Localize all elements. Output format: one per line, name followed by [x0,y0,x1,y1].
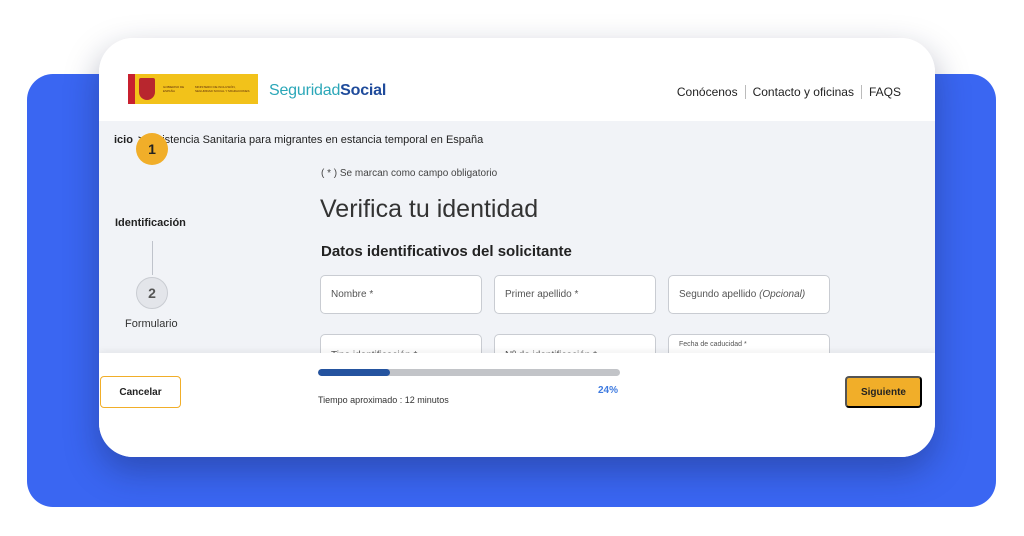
form-content-area: icio>Asistencia Sanitaria para migrantes… [99,121,935,353]
primer-apellido-field[interactable]: Primer apellido * [494,275,656,314]
step-1-label: Identificación [115,217,186,229]
gov-logo-text: GOBIERNO DE ESPAÑA [163,85,185,93]
optional-hint: (Opcional) [759,289,806,300]
nav-link-faqs[interactable]: FAQS [869,85,901,99]
nav-divider [860,85,862,99]
step-2-label: Formulario [125,318,178,330]
step-1-indicator: 1 [136,133,168,165]
required-fields-note: ( * ) Se marcan como campo obligatorio [321,168,498,179]
nav-divider [744,85,746,99]
breadcrumb-current: Asistencia Sanitaria para migrantes en e… [149,134,484,146]
coat-of-arms-icon [139,78,155,100]
ministry-text: MINISTERIO DE INCLUSIÓN, SEGURIDAD SOCIA… [195,85,250,93]
progress-percent: 24% [598,385,619,396]
top-navigation: Conócenos Contacto y oficinas FAQS [677,85,901,99]
government-logo[interactable]: GOBIERNO DE ESPAÑA MINISTERIO DE INCLUSI… [128,74,258,104]
nombre-field[interactable]: Nombre * [320,275,482,314]
progress-bar-fill [318,369,391,376]
progress-bar [318,369,620,376]
section-title: Datos identificativos del solicitante [321,243,572,260]
app-window: GOBIERNO DE ESPAÑA MINISTERIO DE INCLUSI… [99,38,935,457]
site-header: GOBIERNO DE ESPAÑA MINISTERIO DE INCLUSI… [99,38,935,121]
form-footer: Cancelar 24% Tiempo aproximado : 12 minu… [99,353,935,457]
brand-bold-text: Social [340,82,387,99]
time-estimate: Tiempo aproximado : 12 minutos [318,395,449,405]
step-connector [152,241,153,275]
breadcrumb: icio>Asistencia Sanitaria para migrantes… [114,134,483,146]
seguridad-social-logo[interactable]: SeguridadSocial [269,82,386,100]
brand-light-text: Seguridad [269,82,341,99]
step-2-indicator: 2 [136,277,168,309]
flag-stripe [128,74,135,104]
page-title: Verifica tu identidad [320,195,539,223]
cancel-button[interactable]: Cancelar [100,376,181,408]
breadcrumb-home-link[interactable]: icio [114,134,133,146]
segundo-apellido-label: Segundo apellido [679,289,757,300]
nav-link-conocenos[interactable]: Conócenos [677,85,738,99]
next-button[interactable]: Siguiente [845,376,922,408]
nav-link-contacto[interactable]: Contacto y oficinas [753,85,854,99]
segundo-apellido-field[interactable]: Segundo apellido (Opcional) [668,275,830,314]
